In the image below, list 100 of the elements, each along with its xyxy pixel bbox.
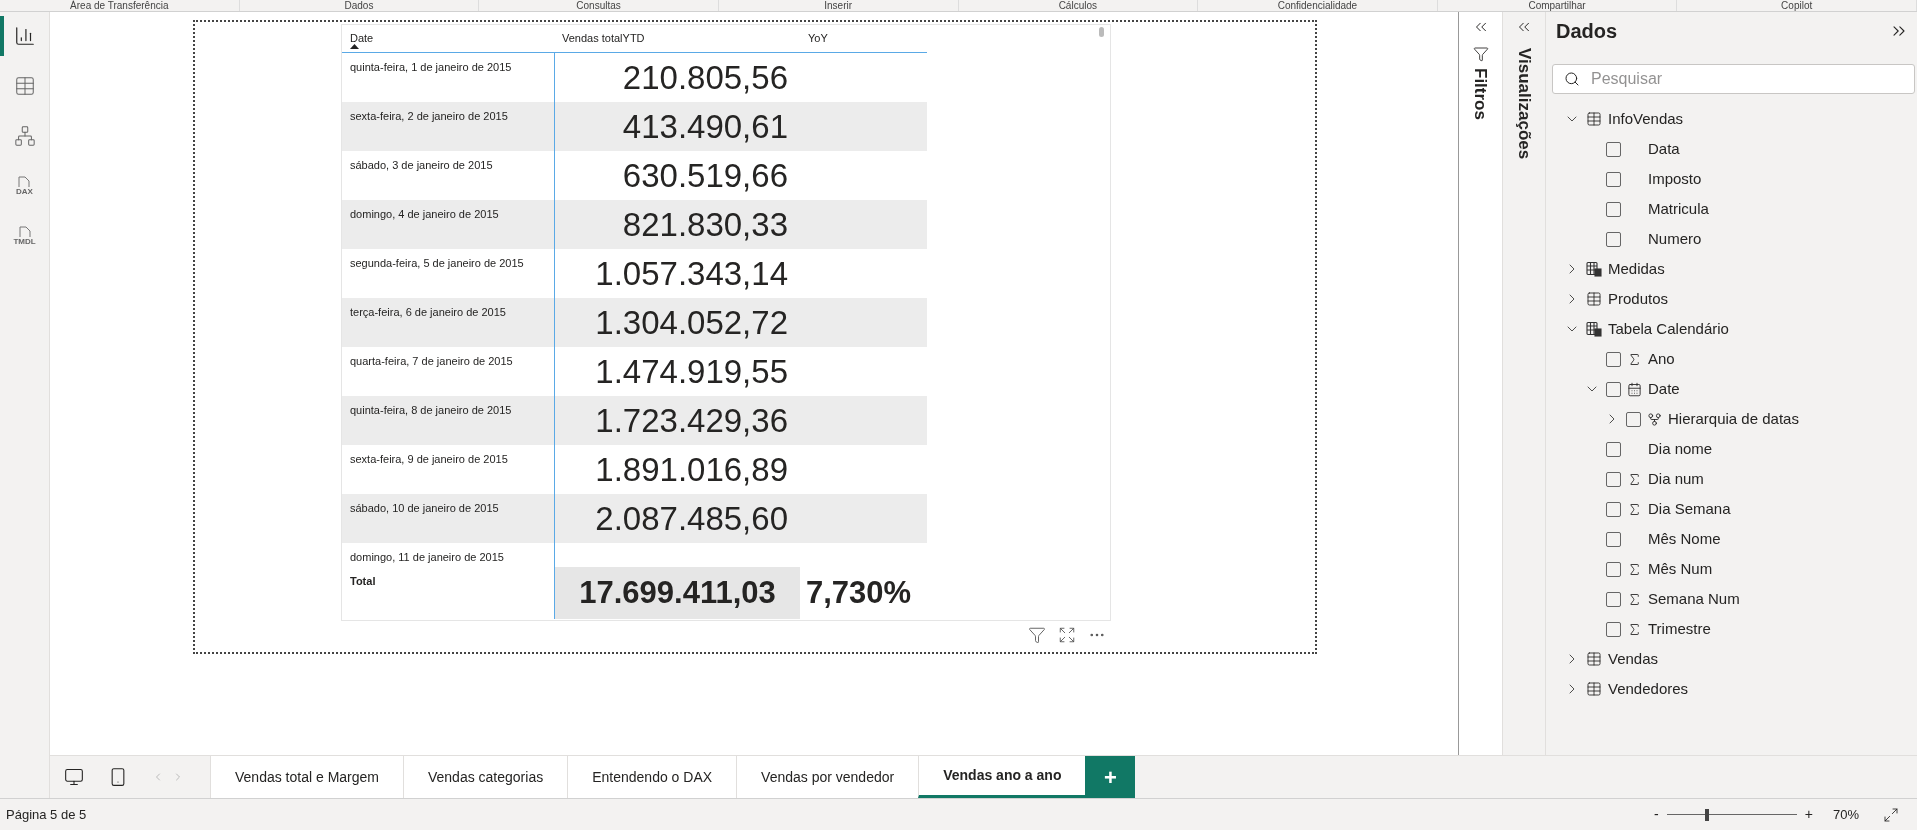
table-cell-text: sábado, 3 de janeiro de 2015 — [349, 158, 494, 173]
table-cell-text: quinta-feira, 1 de janeiro de 2015 — [349, 60, 513, 75]
field-label[interactable]: Ano — [1648, 347, 1675, 371]
checkbox[interactable] — [1606, 561, 1621, 577]
table-label[interactable]: Vendedores — [1608, 677, 1689, 701]
checkbox[interactable] — [1606, 171, 1621, 187]
checkbox[interactable] — [1606, 471, 1621, 487]
field-label[interactable]: Dia num — [1648, 467, 1704, 491]
sort-ascending-icon — [350, 44, 359, 49]
sum-icon — [1627, 351, 1642, 367]
slider-thumb[interactable] — [1704, 808, 1709, 821]
ribbon-group-label: Consultas — [479, 0, 719, 11]
calculated-table-icon — [1586, 321, 1602, 337]
table-label[interactable]: Produtos — [1608, 287, 1669, 311]
column-header[interactable]: Vendas totalYTD — [554, 25, 800, 52]
sum-icon — [1627, 621, 1642, 637]
checkbox[interactable] — [1606, 231, 1621, 247]
table-label[interactable]: Medidas — [1608, 257, 1665, 281]
total-value: 17.699.411,03 — [554, 567, 800, 619]
table-cell-text: segunda-feira, 5 de janeiro de 2015 — [349, 256, 525, 271]
page-tab[interactable]: Vendas ano a ano — [918, 756, 1086, 798]
field-label[interactable]: Dia Semana — [1648, 497, 1731, 521]
fit-to-page-icon[interactable] — [1883, 806, 1899, 823]
table-icon — [1586, 651, 1602, 667]
table-cell-text: sexta-feira, 9 de janeiro de 2015 — [349, 452, 509, 467]
sum-icon — [1627, 471, 1642, 487]
field-label[interactable]: Numero — [1648, 227, 1702, 251]
field-label[interactable]: Data — [1648, 137, 1680, 161]
zoom-slider[interactable] — [1666, 807, 1797, 822]
table-cell-text: 821.830,33 — [622, 205, 788, 245]
table-label[interactable]: Vendas — [1608, 647, 1659, 671]
table-cell-text: sexta-feira, 2 de janeiro de 2015 — [349, 109, 509, 124]
report-view-icon[interactable] — [13, 25, 36, 47]
model-view-icon[interactable] — [13, 125, 36, 147]
checkbox[interactable] — [1606, 141, 1621, 157]
page-tab[interactable]: Vendas total e Margem — [210, 756, 403, 798]
page-tab[interactable]: Vendas por vendedor — [736, 756, 919, 798]
column-header[interactable]: Date — [342, 25, 554, 52]
field-label[interactable]: Dia nome — [1648, 437, 1713, 461]
table-cell-text: 1.723.429,36 — [595, 401, 788, 441]
add-page-button[interactable]: + — [1085, 756, 1136, 798]
zoom-out-button[interactable]: - — [1650, 804, 1663, 825]
table-cell-text: 413.490,61 — [622, 107, 788, 147]
sum-icon — [1627, 561, 1642, 577]
filter-icon[interactable] — [1028, 626, 1046, 644]
field-label[interactable]: Hierarquia de datas — [1668, 407, 1799, 431]
zoom-in-button[interactable]: + — [1800, 804, 1817, 825]
field-label[interactable]: Imposto — [1648, 167, 1702, 191]
field-label[interactable]: Matricula — [1648, 197, 1709, 221]
checkbox[interactable] — [1606, 441, 1621, 457]
table-cell-text: 1.474.919,55 — [595, 352, 788, 392]
field-label[interactable]: Mês Nome — [1648, 527, 1721, 551]
scrollbar[interactable] — [1099, 27, 1104, 37]
visualizations-pane[interactable]: Visualizações — [1502, 12, 1545, 755]
table-label[interactable]: Tabela Calendário — [1608, 317, 1729, 341]
table-cell-text: quinta-feira, 8 de janeiro de 2015 — [349, 403, 513, 418]
table-cell-text: 630.519,66 — [622, 156, 788, 196]
filter-icon — [1472, 46, 1489, 62]
table-cell-text: 1.057.343,14 — [595, 254, 788, 294]
column-header[interactable]: YoY — [800, 25, 927, 52]
table-label[interactable]: InfoVendas — [1608, 107, 1684, 131]
table-cell-text: domingo, 4 de janeiro de 2015 — [349, 207, 500, 222]
field-label[interactable]: Mês Num — [1648, 557, 1713, 581]
field-label[interactable]: Semana Num — [1648, 587, 1740, 611]
checkbox[interactable] — [1606, 531, 1621, 547]
search-field[interactable]: Pesquisar — [1552, 64, 1915, 94]
table-cell-text: 1.304.052,72 — [595, 303, 788, 343]
ribbon-group-label: Compartilhar — [1437, 0, 1678, 11]
table-cell-text: domingo, 11 de janeiro de 2015 — [349, 550, 505, 565]
checkbox[interactable] — [1606, 381, 1621, 397]
total-yoy: 7,730% — [805, 574, 912, 612]
ribbon-group-label: Confidencialidade — [1198, 0, 1438, 11]
search-icon — [1564, 71, 1580, 87]
filters-pane-title[interactable]: Filtros — [1467, 68, 1494, 120]
visualizations-pane-title[interactable]: Visualizações — [1511, 48, 1537, 160]
ribbon-group-label: Inserir — [718, 0, 959, 11]
checkbox[interactable] — [1606, 621, 1621, 637]
checkbox[interactable] — [1606, 201, 1621, 217]
table-icon — [1586, 291, 1602, 307]
table-cell-text: 210.805,56 — [622, 58, 788, 98]
ribbon-group-label: Cálculos — [958, 0, 1199, 11]
checkbox[interactable] — [1626, 411, 1641, 427]
page-tab[interactable]: Vendas categorias — [403, 756, 568, 798]
table-icon — [1586, 681, 1602, 697]
checkbox[interactable] — [1606, 501, 1621, 517]
field-label[interactable]: Date — [1648, 377, 1680, 401]
field-label[interactable]: Trimestre — [1648, 617, 1711, 641]
ribbon-group-label: Dados — [239, 0, 480, 11]
page-tab[interactable]: Entendendo o DAX — [567, 756, 737, 798]
desktop-layout-icon[interactable] — [64, 767, 84, 787]
focus-mode-icon[interactable] — [1058, 626, 1076, 644]
ribbon-group-label: Copilot — [1677, 0, 1917, 11]
table-icon — [1586, 111, 1602, 127]
table-view-icon[interactable] — [13, 75, 36, 97]
pane-title: Dados — [1556, 19, 1618, 44]
sum-icon — [1627, 501, 1642, 517]
zoom-percentage: 70% — [1832, 805, 1859, 824]
checkbox[interactable] — [1606, 591, 1621, 607]
checkbox[interactable] — [1606, 351, 1621, 367]
sum-icon — [1627, 591, 1642, 607]
